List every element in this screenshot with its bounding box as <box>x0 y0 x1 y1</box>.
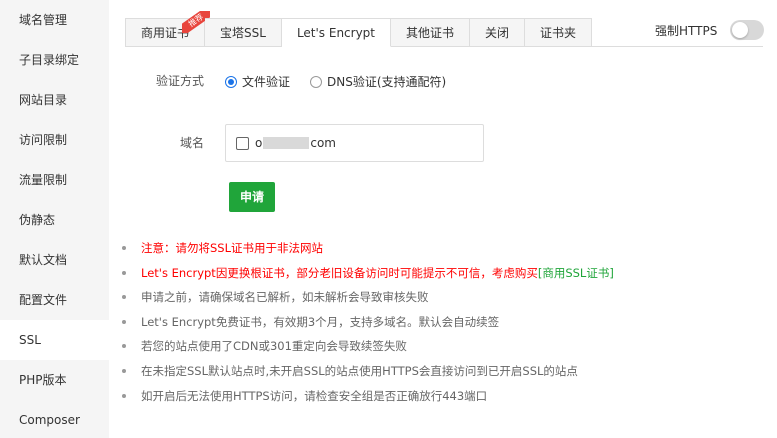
domain-suffix: com <box>310 136 336 150</box>
dns-verify-radio[interactable] <box>310 75 323 88</box>
commercial-ssl-link[interactable]: [商用SSL证书] <box>538 266 614 280</box>
toggle-knob <box>732 22 749 38</box>
note-root-cert-change: Let's Encrypt因更换根证书，部分老旧设备访问时可能提示不可信，考虑购… <box>120 265 614 290</box>
sidebar-item-domain-management[interactable]: 域名管理 <box>0 0 109 40</box>
notes-list: 注意：请勿将SSL证书用于非法网站 Let's Encrypt因更换根证书，部分… <box>120 240 614 412</box>
force-https: 强制HTTPS <box>655 20 765 40</box>
sidebar-item-php-version[interactable]: PHP版本 <box>0 360 109 400</box>
note-illegal-warning: 注意：请勿将SSL证书用于非法网站 <box>120 240 614 265</box>
verify-method-options: 文件验证 DNS验证(支持通配符) <box>225 73 466 90</box>
domain-list: o com <box>225 124 484 162</box>
domain-item[interactable]: o com <box>255 136 336 150</box>
sidebar-item-access-restriction[interactable]: 访问限制 <box>0 120 109 160</box>
sidebar-item-traffic-limit[interactable]: 流量限制 <box>0 160 109 200</box>
tab-other-cert[interactable]: 其他证书 <box>391 18 471 47</box>
sidebar-item-ssl[interactable]: SSL <box>0 320 109 360</box>
sidebar-item-rewrite[interactable]: 伪静态 <box>0 200 109 240</box>
note-resolve-first: 申请之前，请确保域名已解析，如未解析会导致审核失败 <box>120 289 614 314</box>
note-root-cert-text: Let's Encrypt因更换根证书，部分老旧设备访问时可能提示不可信，考虑购… <box>141 265 538 280</box>
note-default-site: 在未指定SSL默认站点时,未开启SSL的站点使用HTTPS会直接访问到已开启SS… <box>120 363 614 388</box>
verify-method-label: 验证方式 <box>155 74 204 88</box>
tab-lets-encrypt[interactable]: Let's Encrypt <box>281 18 392 47</box>
domain-label: 域名 <box>179 136 204 150</box>
note-free-cert: Let's Encrypt免费证书，有效期3个月，支持多域名。默认会自动续签 <box>120 314 614 339</box>
tab-baota-ssl[interactable]: 宝塔SSL <box>205 18 282 47</box>
file-verify-label[interactable]: 文件验证 <box>242 73 290 90</box>
dns-verify-label[interactable]: DNS验证(支持通配符) <box>327 73 446 90</box>
domain-checkbox[interactable] <box>236 137 249 150</box>
apply-button[interactable]: 申请 <box>229 182 275 212</box>
file-verify-radio[interactable] <box>225 75 237 88</box>
note-cdn-redirect: 若您的站点使用了CDN或301重定向会导致续签失败 <box>120 338 614 363</box>
note-security-group: 如开启后无法使用HTTPS访问，请检查安全组是否正确放行443端口 <box>120 388 614 413</box>
sidebar-item-site-directory[interactable]: 网站目录 <box>0 80 109 120</box>
sidebar-item-composer[interactable]: Composer <box>0 400 109 438</box>
sidebar-item-default-document[interactable]: 默认文档 <box>0 240 109 280</box>
sidebar-item-config-file[interactable]: 配置文件 <box>0 280 109 320</box>
tab-divider <box>583 46 763 47</box>
tab-commercial-cert[interactable]: 商用证书 推荐 <box>125 11 211 47</box>
sidebar: 域名管理 子目录绑定 网站目录 访问限制 流量限制 伪静态 默认文档 配置文件 … <box>0 0 109 438</box>
ssl-tabs: 商用证书 推荐 宝塔SSL Let's Encrypt 其他证书 关闭 证书夹 <box>125 11 593 47</box>
tab-cert-folder[interactable]: 证书夹 <box>525 18 593 47</box>
domain-redacted <box>263 137 310 149</box>
force-https-toggle[interactable] <box>730 20 765 40</box>
tab-close[interactable]: 关闭 <box>470 18 526 47</box>
domain-prefix: o <box>255 136 263 150</box>
sidebar-item-subdirectory-binding[interactable]: 子目录绑定 <box>0 40 109 80</box>
force-https-label: 强制HTTPS <box>655 23 718 38</box>
